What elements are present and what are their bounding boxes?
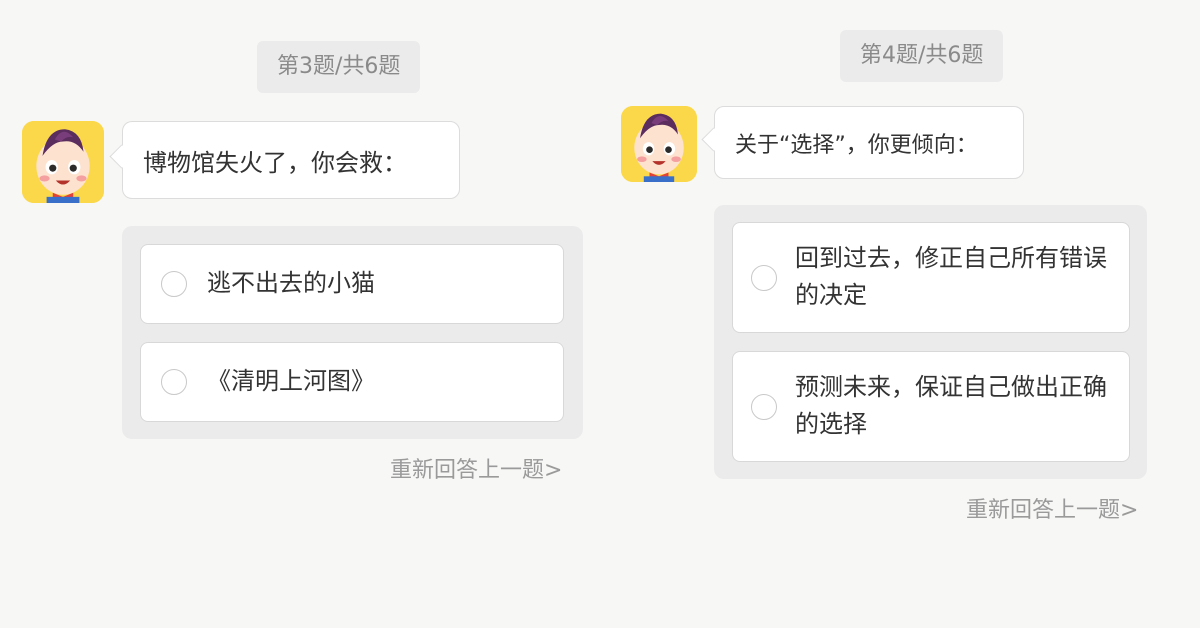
option-label: 《清明上河图》 (207, 367, 375, 395)
options-box: 逃不出去的小猫 《清明上河图》 (122, 226, 583, 439)
question-prompt: 关于“选择”，你更倾向： (735, 132, 978, 158)
question-counter: 第4题/共6题 (840, 30, 1004, 82)
redo-previous-link[interactable]: 重新回答上一题> (966, 492, 1138, 524)
option-label: 逃不出去的小猫 (207, 269, 375, 297)
cartoon-boy-avatar-icon (621, 106, 697, 182)
question-prompt: 博物馆失火了，你会救： (143, 148, 407, 177)
option-card[interactable]: 逃不出去的小猫 (140, 244, 564, 324)
option-label: 预测未来，保证自己做出正确的选择 (795, 373, 1107, 438)
radio-button[interactable] (161, 369, 187, 395)
question-bubble: 博物馆失火了，你会救： (109, 121, 460, 199)
question-bubble: 关于“选择”，你更倾向： (701, 106, 1024, 179)
radio-button[interactable] (751, 394, 777, 420)
option-card[interactable]: 《清明上河图》 (140, 342, 564, 422)
cartoon-boy-avatar-icon (22, 121, 104, 203)
options-box: 回到过去，修正自己所有错误的决定 预测未来，保证自己做出正确的选择 (714, 205, 1147, 479)
option-label: 回到过去，修正自己所有错误的决定 (795, 244, 1107, 309)
radio-button[interactable] (161, 271, 187, 297)
radio-button[interactable] (751, 265, 777, 291)
redo-previous-link[interactable]: 重新回答上一题> (390, 452, 562, 484)
question-counter: 第3题/共6题 (257, 41, 421, 93)
bubble-tail (109, 144, 134, 169)
option-card[interactable]: 回到过去，修正自己所有错误的决定 (732, 222, 1130, 333)
bubble-tail (701, 127, 726, 152)
option-card[interactable]: 预测未来，保证自己做出正确的选择 (732, 351, 1130, 462)
